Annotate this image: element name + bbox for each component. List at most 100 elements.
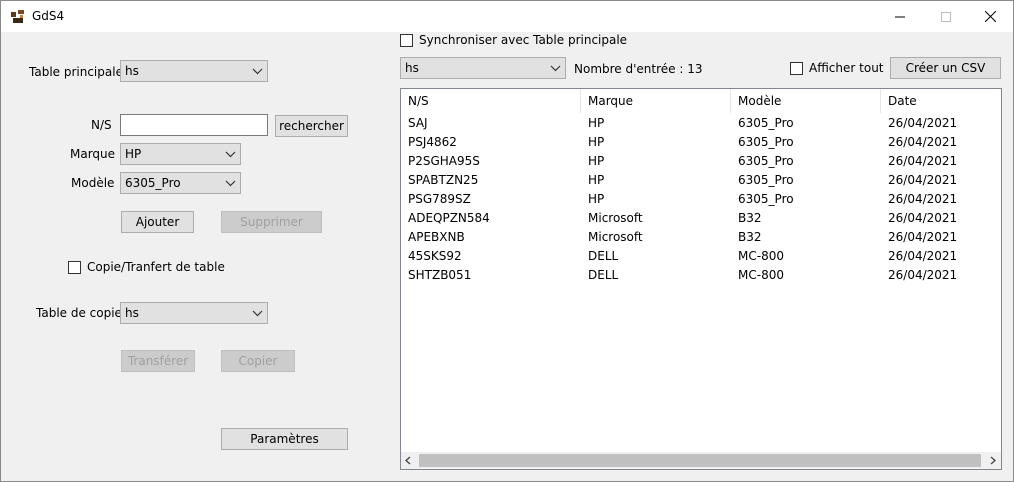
title-bar: GdS4 [1,1,1013,32]
cell-modele: B32 [738,211,762,225]
cell-ns: SPABTZN25 [408,173,479,187]
cell-modele: 6305_Pro [738,173,794,187]
table-row[interactable]: PSG789SZ HP 6305_Pro 26/04/2021 [401,190,1001,209]
sync-label: Synchroniser avec Table principale [419,33,628,47]
cell-ns: SHTZB051 [408,268,472,282]
cell-date: 26/04/2021 [888,211,958,225]
cell-marque: DELL [588,268,619,282]
cell-modele: 6305_Pro [738,135,794,149]
cell-marque: HP [588,173,605,187]
cell-date: 26/04/2021 [888,230,958,244]
column-header-modele[interactable]: Modèle [731,89,881,113]
chevron-down-icon [252,68,263,75]
sync-checkbox[interactable] [400,34,413,47]
main-window: GdS4 Table principale hs N/S rechercher … [0,0,1014,482]
cell-ns: 45SKS92 [408,249,462,263]
cell-date: 26/04/2021 [888,116,958,130]
cell-ns: APEBXNB [408,230,465,244]
cell-ns: PSJ4862 [408,135,457,149]
minimize-button[interactable] [877,1,923,32]
cell-date: 26/04/2021 [888,192,958,206]
column-header-ns[interactable]: N/S [401,89,581,113]
table-row[interactable]: 45SKS92 DELL MC-800 26/04/2021 [401,247,1001,266]
copie-checkbox[interactable] [68,261,81,274]
column-header-marque[interactable]: Marque [581,89,731,113]
supprimer-button[interactable]: Supprimer [221,211,322,233]
cell-marque: HP [588,116,605,130]
copie-label: Copie/Tranfert de table [87,260,225,274]
table-copie-select[interactable]: hs [120,302,268,324]
cell-ns: P2SGHA95S [408,154,480,168]
table-row[interactable]: SPABTZN25 HP 6305_Pro 26/04/2021 [401,171,1001,190]
minimize-icon [895,16,905,17]
cell-date: 26/04/2021 [888,135,958,149]
maximize-button[interactable] [923,1,969,32]
modele-label: Modèle [71,176,115,190]
cell-marque: HP [588,154,605,168]
horizontal-scrollbar[interactable] [401,452,1001,469]
maximize-icon [941,11,951,22]
table-row[interactable]: P2SGHA95S HP 6305_Pro 26/04/2021 [401,152,1001,171]
chevron-down-icon [225,180,236,187]
modele-select[interactable]: 6305_Pro [120,172,241,194]
entry-count: Nombre d'entrée : 13 [574,62,703,76]
cell-marque: DELL [588,249,619,263]
cell-date: 26/04/2021 [888,268,958,282]
afficher-tout-label: Afficher tout [809,61,884,75]
cell-date: 26/04/2021 [888,154,958,168]
chevron-down-icon [252,310,263,317]
cell-marque: Microsoft [588,211,643,225]
chevron-down-icon [225,151,236,158]
marque-value: HP [125,147,142,161]
app-icon [11,10,24,23]
table-principale-value: hs [125,64,139,78]
cell-modele: MC-800 [738,268,784,282]
cell-marque: Microsoft [588,230,643,244]
table-copie-label: Table de copie [36,306,122,320]
table-select[interactable]: hs [400,57,566,79]
cell-date: 26/04/2021 [888,249,958,263]
table-row[interactable]: PSJ4862 HP 6305_Pro 26/04/2021 [401,133,1001,152]
cell-ns: ADEQPZN584 [408,211,490,225]
table-row[interactable]: APEBXNB Microsoft B32 26/04/2021 [401,228,1001,247]
window-title: GdS4 [32,9,65,23]
cell-modele: 6305_Pro [738,192,794,206]
table-principale-select[interactable]: hs [120,60,268,82]
table-row[interactable]: ADEQPZN584 Microsoft B32 26/04/2021 [401,209,1001,228]
marque-label: Marque [70,147,116,161]
ns-label: N/S [91,118,112,132]
table-select-value: hs [405,61,419,75]
creer-csv-button[interactable]: Créer un CSV [890,57,1001,79]
scrollbar-thumb[interactable] [419,454,981,467]
rechercher-button[interactable]: rechercher [275,115,348,137]
cell-date: 26/04/2021 [888,173,958,187]
table-copie-value: hs [125,306,139,320]
parametres-button[interactable]: Paramètres [221,428,348,450]
afficher-tout-checkbox[interactable] [790,62,803,75]
ns-input[interactable] [120,114,268,136]
ajouter-button[interactable]: Ajouter [121,211,194,233]
cell-ns: SAJ [408,116,428,130]
cell-modele: 6305_Pro [738,116,794,130]
cell-modele: MC-800 [738,249,784,263]
cell-marque: HP [588,192,605,206]
table-row[interactable]: SAJ HP 6305_Pro 26/04/2021 [401,114,1001,133]
entries-table[interactable]: N/S Marque Modèle Date SAJ HP 6305_Pro 26/0… [400,88,1002,470]
close-button[interactable] [967,1,1013,32]
table-principale-label: Table principale [29,65,123,79]
table-row[interactable]: SHTZB051 DELL MC-800 26/04/2021 [401,266,1001,285]
cell-modele: B32 [738,230,762,244]
table-header: N/S Marque Modèle Date [401,89,1001,113]
scroll-left-icon[interactable] [404,456,413,465]
copier-button[interactable]: Copier [221,350,295,372]
scroll-right-icon[interactable] [988,456,997,465]
transferer-button[interactable]: Transférer [121,350,195,372]
cell-modele: 6305_Pro [738,154,794,168]
chevron-down-icon [550,65,561,72]
cell-ns: PSG789SZ [408,192,471,206]
marque-select[interactable]: HP [120,143,241,165]
close-icon [984,11,996,22]
modele-value: 6305_Pro [125,176,181,190]
cell-marque: HP [588,135,605,149]
column-header-date[interactable]: Date [881,89,1001,113]
